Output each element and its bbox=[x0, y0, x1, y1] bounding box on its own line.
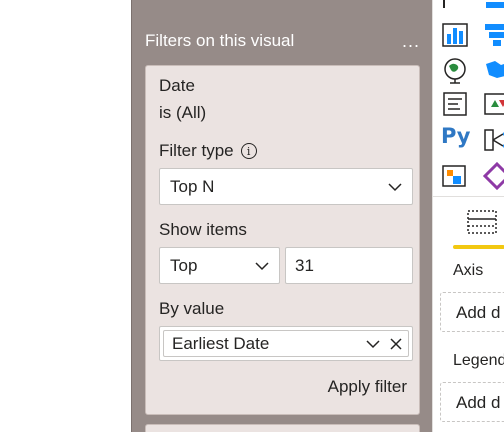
custom-visual-icon[interactable] bbox=[441, 162, 469, 190]
filled-map-icon[interactable] bbox=[483, 56, 504, 84]
chevron-down-icon[interactable] bbox=[366, 339, 380, 349]
show-items-direction-dropdown[interactable]: Top bbox=[159, 247, 280, 284]
filter-type-text: Filter type bbox=[159, 141, 234, 160]
chevron-down-icon bbox=[255, 261, 269, 270]
more-options-icon[interactable]: ... bbox=[402, 32, 420, 50]
by-value-field-name: Earliest Date bbox=[172, 333, 270, 353]
by-value-label: By value bbox=[159, 299, 225, 318]
line-chart-icon[interactable] bbox=[441, 0, 469, 12]
decomposition-tree-icon[interactable] bbox=[483, 126, 504, 154]
axis-well-label: Axis bbox=[453, 262, 484, 279]
filter-field-name[interactable]: Date bbox=[159, 76, 195, 96]
active-tab-indicator bbox=[453, 245, 504, 249]
filter-card-next[interactable] bbox=[145, 424, 420, 432]
power-apps-icon[interactable] bbox=[483, 162, 504, 190]
filter-type-value: Top N bbox=[170, 176, 215, 196]
pane-title: Filters on this visual bbox=[145, 31, 295, 50]
info-icon[interactable]: i bbox=[240, 143, 257, 159]
filter-type-label: Filter type i bbox=[159, 141, 257, 161]
filter-card-date: Date is (All) Filter type i Top N Show i… bbox=[145, 65, 420, 415]
python-visual-icon[interactable]: Py bbox=[441, 124, 470, 152]
filter-state: is (All) bbox=[159, 103, 207, 122]
show-items-label: Show items bbox=[159, 220, 247, 239]
show-items-direction-value: Top bbox=[170, 255, 198, 275]
filters-pane: Filters on this visual ... Date is (All)… bbox=[131, 0, 432, 432]
close-icon[interactable] bbox=[390, 337, 402, 350]
pane-divider bbox=[433, 196, 504, 197]
waterfall-icon[interactable] bbox=[441, 20, 469, 48]
kpi-icon[interactable] bbox=[483, 90, 504, 118]
axis-add-data-field[interactable]: Add d bbox=[440, 292, 504, 332]
card-icon[interactable] bbox=[441, 90, 469, 118]
chevron-down-icon bbox=[388, 182, 402, 191]
bar-chart-icon[interactable] bbox=[483, 0, 504, 12]
report-canvas bbox=[0, 0, 131, 432]
visualizations-pane: Py Axis Add d Legend Add d bbox=[432, 0, 504, 432]
legend-add-data-field[interactable]: Add d bbox=[440, 382, 504, 422]
filters-pane-header: Filters on this visual ... bbox=[145, 29, 420, 53]
filter-type-dropdown[interactable]: Top N bbox=[159, 168, 413, 205]
by-value-well[interactable]: Earliest Date bbox=[159, 326, 413, 361]
fields-tab-icon[interactable] bbox=[467, 208, 497, 236]
show-items-count-input[interactable]: 31 bbox=[285, 247, 413, 284]
by-value-field-chip[interactable]: Earliest Date bbox=[163, 330, 409, 357]
funnel-icon[interactable] bbox=[483, 20, 504, 48]
apply-filter-button[interactable]: Apply filter bbox=[328, 377, 407, 397]
globe-map-icon[interactable] bbox=[441, 56, 469, 84]
legend-well-label: Legend bbox=[453, 352, 504, 369]
